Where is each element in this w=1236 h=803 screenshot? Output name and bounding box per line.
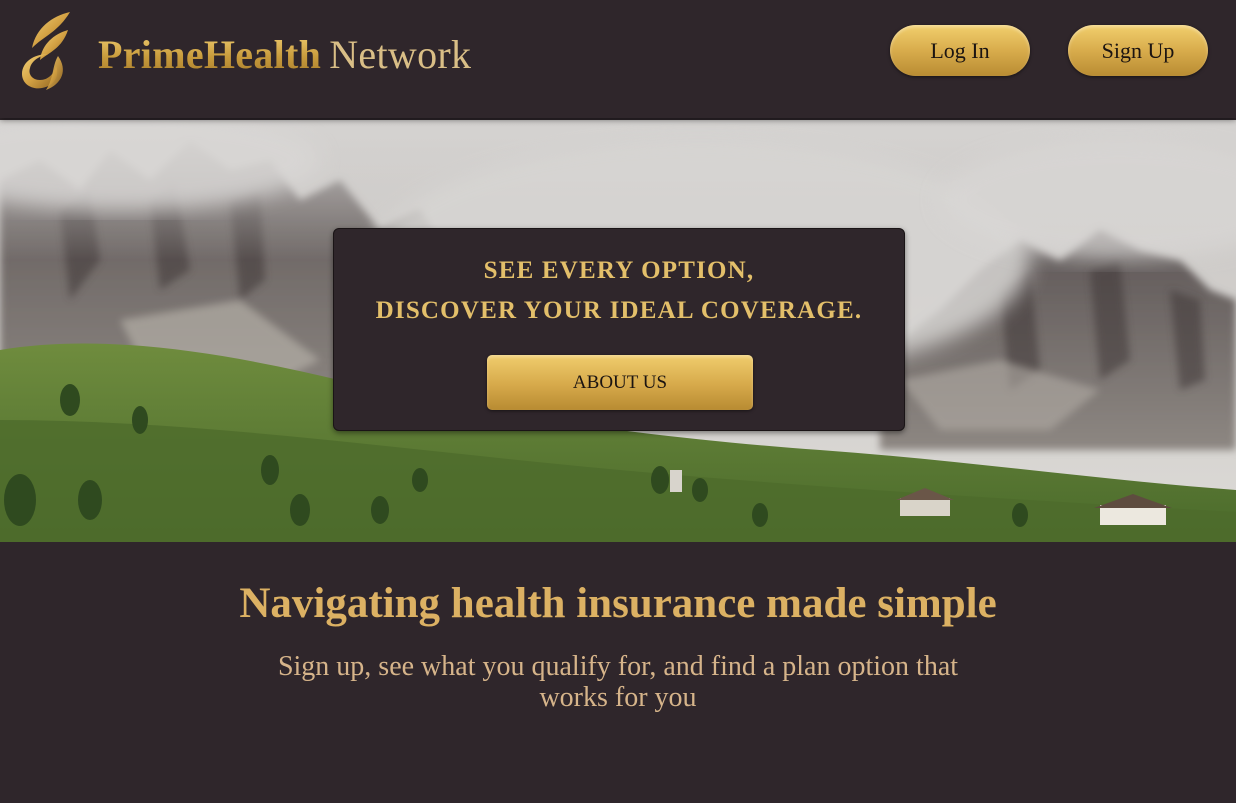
hero-headline-line1: SEE EVERY OPTION,: [483, 257, 755, 284]
page-title: Navigating health insurance made simple: [239, 580, 997, 627]
about-us-button[interactable]: ABOUT US: [487, 355, 753, 410]
gold-flame-logo-icon[interactable]: [18, 10, 76, 92]
page-subtitle: Sign up, see what you qualify for, and f…: [277, 651, 959, 713]
hero-cta-panel: SEE EVERY OPTION, DISCOVER YOUR IDEAL CO…: [333, 228, 905, 431]
brand-name[interactable]: PrimeHealth Network: [98, 30, 471, 80]
signup-button[interactable]: Sign Up: [1068, 25, 1208, 76]
brand-name-secondary: Network: [329, 32, 472, 77]
brand-name-primary: PrimeHealth: [98, 32, 322, 77]
top-nav-bar: PrimeHealth Network Log In Sign Up: [0, 0, 1236, 118]
hero-headline-line2: DISCOVER YOUR IDEAL COVERAGE.: [375, 297, 863, 324]
login-button[interactable]: Log In: [890, 25, 1030, 76]
